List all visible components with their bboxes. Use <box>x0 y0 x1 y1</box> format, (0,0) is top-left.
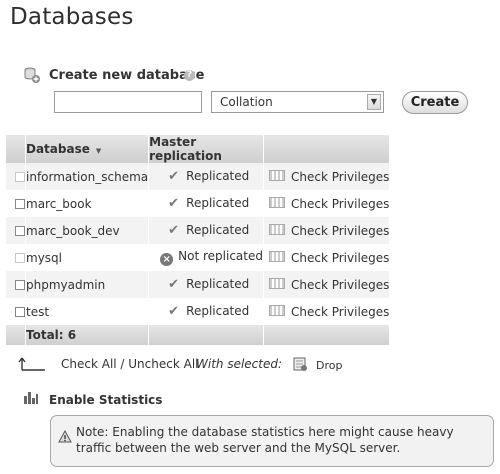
help-icon[interactable]: ? <box>184 70 195 81</box>
replication-status: Replicated <box>186 196 250 210</box>
privileges-icon[interactable] <box>268 196 285 208</box>
chevron-down-icon[interactable]: ▼ <box>367 94 381 110</box>
drop-button[interactable]: Drop <box>316 359 342 372</box>
privileges-icon[interactable] <box>268 250 285 262</box>
with-selected-label: With selected: <box>196 357 283 371</box>
check-icon: ✔ <box>168 277 180 292</box>
check-privileges-link[interactable]: Check Privileges <box>291 197 389 211</box>
header-database[interactable]: Database ▼ <box>25 135 150 163</box>
statistics-note: Note: Enabling the database statistics h… <box>76 425 454 455</box>
check-icon: ✔ <box>168 304 180 319</box>
row-checkbox[interactable] <box>15 253 25 263</box>
check-privileges-link[interactable]: Check Privileges <box>291 278 389 292</box>
x-circle-icon: × <box>160 253 174 266</box>
databases-table: Database ▼ Master replication information… <box>6 135 391 345</box>
row-checkbox[interactable] <box>15 280 25 290</box>
create-button[interactable]: Create <box>402 91 468 114</box>
collation-select[interactable]: Collation ▼ <box>211 91 384 113</box>
table-total-row: Total: 6 <box>6 325 391 345</box>
table-header-row: Database ▼ Master replication <box>6 135 391 163</box>
replication-status: Replicated <box>186 277 250 291</box>
table-row: mysql × Not replicated Check Privileges <box>6 244 391 271</box>
row-checkbox[interactable] <box>15 307 25 317</box>
database-name[interactable]: test <box>25 298 150 325</box>
row-checkbox[interactable] <box>15 226 25 236</box>
collation-select-value: Collation <box>220 95 273 109</box>
replication-status: Replicated <box>186 169 250 183</box>
create-database-title: Create new database <box>49 68 205 83</box>
database-add-icon <box>24 67 40 83</box>
privileges-icon[interactable] <box>268 223 285 235</box>
arrow-up-icon <box>18 357 45 371</box>
table-row: marc_book_dev ✔ Replicated Check Privileg… <box>6 217 391 244</box>
check-privileges-link[interactable]: Check Privileges <box>291 251 389 265</box>
row-checkbox[interactable] <box>15 172 25 182</box>
check-icon: ✔ <box>168 223 180 238</box>
replication-status: Replicated <box>186 223 250 237</box>
table-row: marc_book ✔ Replicated Check Privileges <box>6 190 391 217</box>
check-privileges-link[interactable]: Check Privileges <box>291 224 389 238</box>
header-replication-label: Master replication <box>149 135 222 163</box>
check-privileges-link[interactable]: Check Privileges <box>291 170 389 184</box>
table-row: information_schema ✔ Replicated Check Pri… <box>6 163 391 190</box>
warning-icon <box>58 430 72 443</box>
sort-arrow-icon[interactable]: ▼ <box>96 147 101 155</box>
check-all-uncheck-all-link[interactable]: Check All / Uncheck All <box>61 357 199 371</box>
header-master-replication: Master replication <box>148 135 264 163</box>
total-count: Total: 6 <box>25 325 150 345</box>
row-checkbox[interactable] <box>15 199 25 209</box>
bar-chart-icon <box>24 392 38 404</box>
database-name[interactable]: phpmyadmin <box>25 271 150 298</box>
table-row: test ✔ Replicated Check Privileges <box>6 298 391 325</box>
check-icon: ✔ <box>168 196 180 211</box>
drop-icon[interactable] <box>292 356 308 372</box>
privileges-icon[interactable] <box>268 277 285 289</box>
database-name[interactable]: information_schema <box>25 163 150 190</box>
header-database-label[interactable]: Database <box>26 142 90 156</box>
database-name-input[interactable] <box>54 91 202 113</box>
database-name[interactable]: marc_book_dev <box>25 217 150 244</box>
privileges-icon[interactable] <box>268 169 285 181</box>
check-privileges-link[interactable]: Check Privileges <box>291 305 389 319</box>
table-row: phpmyadmin ✔ Replicated Check Privileges <box>6 271 391 298</box>
check-icon: ✔ <box>168 169 180 184</box>
database-name[interactable]: mysql <box>25 244 150 271</box>
page-title: Databases <box>10 4 134 30</box>
database-name[interactable]: marc_book <box>25 190 150 217</box>
replication-status: Replicated <box>186 304 250 318</box>
privileges-icon[interactable] <box>268 304 285 316</box>
enable-statistics-link[interactable]: Enable Statistics <box>49 393 162 407</box>
header-checkbox-column <box>6 135 26 163</box>
replication-status: Not replicated <box>178 249 263 263</box>
header-privileges-column <box>263 135 391 163</box>
